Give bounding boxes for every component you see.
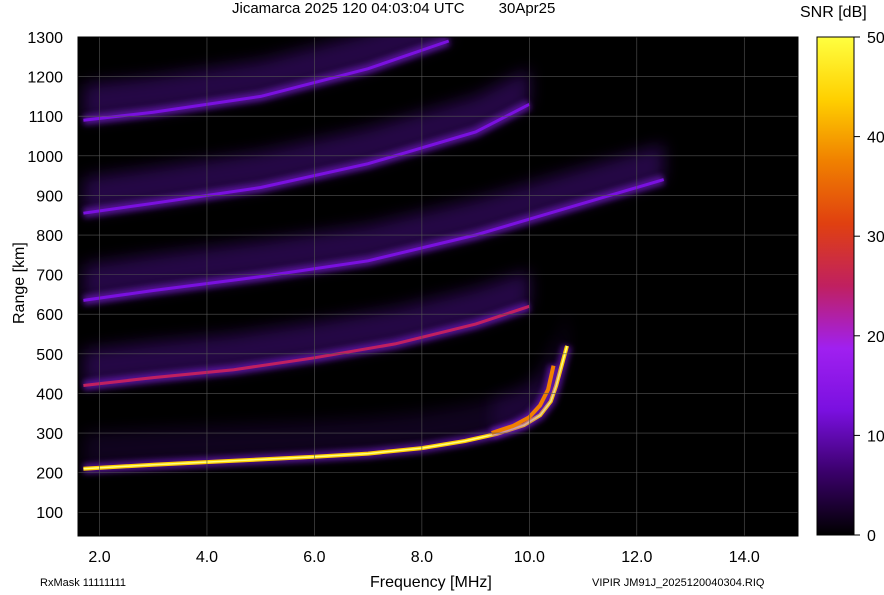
y-tick-label: 400 <box>36 386 63 403</box>
y-tick-label: 1000 <box>27 149 63 166</box>
y-tick-label: 800 <box>36 228 63 245</box>
x-tick-label: 14.0 <box>729 549 760 566</box>
y-tick-label: 200 <box>36 466 63 483</box>
y-tick-label: 700 <box>36 268 63 285</box>
y-tick-label: 100 <box>36 505 63 522</box>
x-tick-label: 8.0 <box>411 549 433 566</box>
colorbar-tick-label: 20 <box>867 329 884 346</box>
x-axis-ticks: 2.0 4.0 6.0 8.0 10.0 12.0 14.0 <box>88 549 760 566</box>
colorbar-tick-label: 10 <box>867 428 884 445</box>
colorbar <box>816 36 855 536</box>
y-tick-label: 500 <box>36 347 63 364</box>
colorbar-ticks: 0 10 20 30 40 50 <box>854 30 884 545</box>
x-tick-label: 6.0 <box>303 549 325 566</box>
y-axis-ticks: 100 200 300 400 500 600 700 800 900 1000 1100 1200 1… <box>27 30 63 522</box>
y-tick-label: 1200 <box>27 70 63 87</box>
y-tick-label: 600 <box>36 307 63 324</box>
y-tick-label: 300 <box>36 426 63 443</box>
x-tick-label: 2.0 <box>88 549 110 566</box>
y-tick-label: 1300 <box>27 30 63 47</box>
colorbar-tick-label: 0 <box>867 528 876 545</box>
y-tick-label: 900 <box>36 188 63 205</box>
x-tick-label: 12.0 <box>621 549 652 566</box>
ionogram-chart: 2.0 4.0 6.0 8.0 10.0 12.0 14.0 100200300400500… <box>27 30 884 566</box>
x-tick-label: 10.0 <box>514 549 545 566</box>
colorbar-tick-label: 30 <box>867 229 884 246</box>
x-tick-label: 4.0 <box>196 549 218 566</box>
y-tick-label: 1100 <box>29 109 64 126</box>
colorbar-tick-label: 40 <box>867 130 884 147</box>
colorbar-tick-label: 50 <box>867 30 884 47</box>
